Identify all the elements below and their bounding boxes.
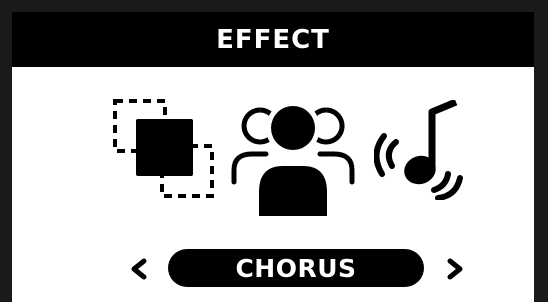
music-note-vibrato-icon xyxy=(374,100,474,200)
effect-selector[interactable]: CHORUS xyxy=(168,249,424,287)
screen-title: EFFECT xyxy=(216,24,330,55)
chevron-right-icon[interactable] xyxy=(446,252,466,286)
screen-title-bar: EFFECT xyxy=(12,12,534,67)
chevron-left-icon[interactable] xyxy=(128,252,148,286)
ensemble-icon xyxy=(228,100,358,216)
layers-icon xyxy=(112,98,216,200)
effect-selector-value: CHORUS xyxy=(235,253,357,283)
